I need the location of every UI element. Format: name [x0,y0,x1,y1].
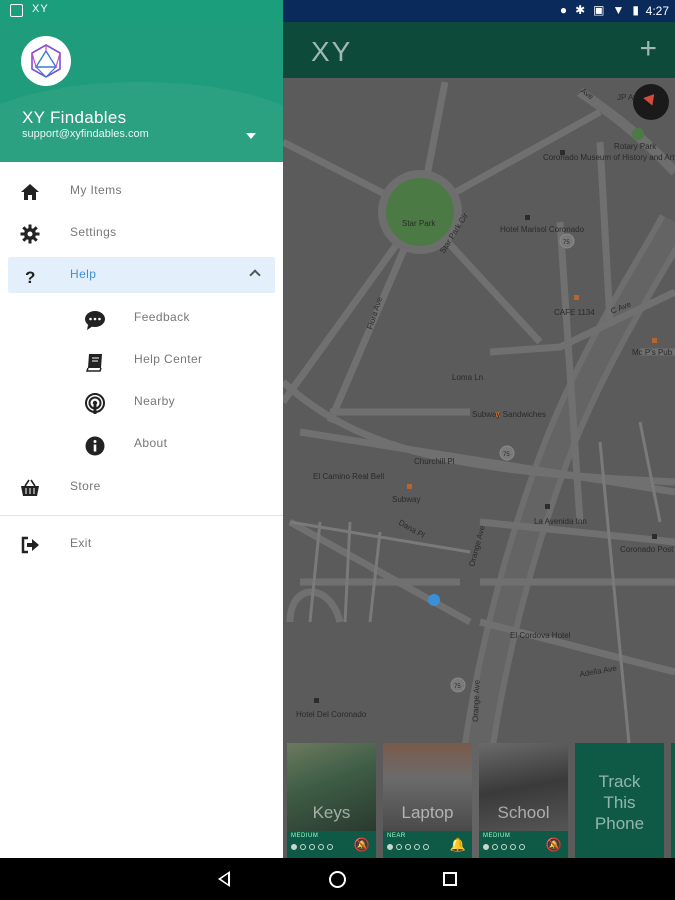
menu-item-help[interactable]: ? Help [8,257,275,293]
signal-dots [291,844,333,850]
route-75-label-3: 75 [454,684,461,690]
bell-off-icon[interactable]: 🔕 [354,837,370,853]
menu-item-exit[interactable]: Exit [8,526,275,562]
bluetooth-icon: ✱ [575,3,586,17]
map-label-loma-ln: Loma Ln [452,373,483,382]
item-card-name: Keys [312,803,351,822]
route-75-label-1: 75 [563,240,570,246]
map-label-churchill-pl: Churchill Pl [414,457,455,466]
signal-label: MEDIUM [291,833,319,839]
account-email: support@xyfindables.com [22,128,149,140]
app-toolbar: XY + [283,22,675,78]
account-dropdown-icon[interactable] [246,133,256,139]
status-bar-left: XY [0,0,283,22]
menu-divider [0,515,283,516]
menu-item-help-center[interactable]: Help Center [80,342,275,378]
compass-icon[interactable] [633,84,669,120]
xy-logo: XY [311,36,353,67]
menu-item-settings[interactable]: Settings [8,215,275,251]
drawer-header: XY Findables support@xyfindables.com [0,22,283,162]
item-card-school[interactable]: School MEDIUM 🔕 [479,743,568,858]
chevron-up-icon[interactable] [249,269,261,281]
map-label-el-cordova-hotel: El Cordova Hotel [510,631,571,640]
signal-label: NEAR [387,833,406,839]
gear-icon [20,224,40,244]
signal-label: MEDIUM [483,833,511,839]
system-navigation-bar [0,858,675,900]
map-label-coronado-museum: Coronado Museum of History and Art [543,153,675,162]
menu-item-my-items[interactable]: My Items [8,173,275,209]
avatar[interactable] [21,36,71,86]
menu-item-feedback[interactable]: Feedback [80,300,275,336]
map-label-orange-ave-1: Orange Ave [471,679,481,722]
map-label-la-avenida-inn: La Avenida Inn [534,517,587,526]
item-card-name: School [497,803,550,822]
menu-item-about[interactable]: About [80,426,275,462]
map-label-cafe-1134: CAFE 1134 [554,308,595,317]
location-icon: ● [559,3,568,17]
item-card-name: Laptop [401,803,454,822]
menu-item-store[interactable]: Store [8,469,275,505]
map-label-hotel-marisol: Hotel Marisol Coronado [500,225,585,234]
item-cards: Keys MEDIUM 🔕 Laptop NEAR 🔔 School MEDIU… [287,743,675,858]
back-icon[interactable] [218,871,230,887]
bell-off-icon[interactable]: 🔕 [546,837,562,853]
bell-icon[interactable]: 🔔 [450,837,466,853]
track-this-phone-label: Track This Phone [594,772,645,833]
track-this-phone-card[interactable]: Track This Phone [575,743,664,858]
map-label-subway-sandwiches: Subway Sandwiches [472,410,546,419]
map-label-subway: Subway [392,495,420,504]
battery-icon: ▮ [632,3,639,17]
item-card-keys[interactable]: Keys MEDIUM 🔕 [287,743,376,858]
navigation-drawer: XY Findables support@xyfindables.com My … [0,22,283,858]
info-icon [85,436,105,456]
map-label-rotary-park: Rotary Park [614,142,657,151]
home-circle-icon[interactable] [329,871,346,888]
next-card-edge[interactable] [671,743,675,858]
map-label-star-park: Star Park [402,219,436,228]
home-icon [21,184,39,200]
map-label-coronado-post-office: Coronado Post Office [620,545,675,554]
map-label-hotel-del-coronado: Hotel Del Coronado [296,710,367,719]
item-card-footer: MEDIUM 🔕 [479,831,568,858]
map-label-el-camino-real-bell: El Camino Real Bell [313,472,384,481]
item-card-footer: MEDIUM 🔕 [287,831,376,858]
basket-icon [21,479,39,496]
menu-item-nearby[interactable]: Nearby [80,384,275,420]
signal-dots [387,844,429,850]
clock: 4:27 [645,4,669,18]
recent-apps-icon[interactable] [443,872,457,886]
status-bar-right: ● ✱ ▣ ▼ ▮ 4:27 [283,0,675,22]
xy-notification-label: XY [32,3,49,15]
podcast-nearby-icon [85,393,105,414]
wifi-icon: ▼ [612,3,625,17]
status-bar: XY ● ✱ ▣ ▼ ▮ 4:27 [0,0,675,22]
add-item-button[interactable]: + [639,32,657,66]
vibrate-icon: ▣ [593,3,605,17]
image-notification-icon [10,4,23,17]
svg-text:?: ? [25,268,35,286]
map-label-mc-ps-pub: Mc P's Pub [632,348,673,357]
book-icon [85,354,102,372]
status-icons: ● ✱ ▣ ▼ ▮ [560,3,639,17]
account-name: XY Findables [22,108,127,127]
question-icon: ? [25,268,35,286]
route-75-label-2: 75 [503,452,510,458]
signal-dots [483,844,525,850]
icosahedron-logo-icon [31,44,61,78]
item-card-laptop[interactable]: Laptop NEAR 🔔 [383,743,472,858]
sign-out-icon [21,536,39,554]
item-card-footer: NEAR 🔔 [383,831,472,858]
chat-bubble-icon [85,311,105,330]
